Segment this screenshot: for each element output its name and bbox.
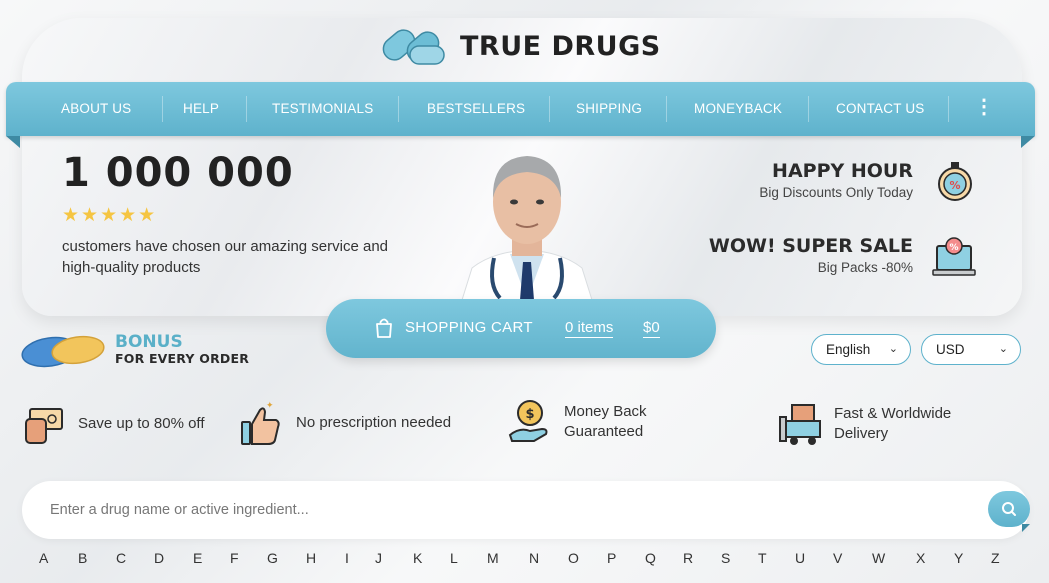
alphabet-letter[interactable]: Q [645,550,656,566]
feature-money-back: $ Money Back Guaranteed [508,399,708,445]
search-input[interactable] [50,498,950,522]
nav-divider [666,96,667,122]
currency-selected: USD [936,342,965,357]
language-select[interactable]: English ⌄ [811,334,911,365]
svg-text:✦: ✦ [266,401,274,411]
alphabet-letter[interactable]: O [568,550,579,566]
promo-subtitle-super-sale: Big Packs -80% [817,260,913,275]
alphabet-letter[interactable]: D [154,550,164,566]
cash-hand-icon [22,401,68,447]
customers-count: 1 000 000 [62,150,294,196]
language-selected: English [826,342,871,357]
nav-divider [549,96,550,122]
search-bar [22,481,1029,539]
pill-logo-icon [380,24,448,68]
bonus-pills-icon [20,328,106,372]
alphabet-letter[interactable]: K [413,550,422,566]
nav-item-help[interactable]: HELP [183,101,219,116]
currency-select[interactable]: USD ⌄ [921,334,1021,365]
feature-delivery: Fast & Worldwide Delivery [778,401,1008,447]
laptop-sale-icon: % [931,234,977,280]
nav-divider [948,96,949,122]
svg-text:%: % [949,243,958,253]
alphabet-letter[interactable]: R [683,550,693,566]
promo-title-super-sale[interactable]: WOW! SUPER SALE [709,235,913,257]
nav-ribbon-fold [1021,136,1035,148]
feature-no-prescription: ✦ No prescription needed [240,400,500,446]
doctor-image [452,140,602,300]
alphabet-letter[interactable]: S [721,550,730,566]
bonus-title: BONUS [115,332,183,352]
nav-item-bestsellers[interactable]: BESTSELLERS [427,101,525,116]
nav-item-contact-us[interactable]: CONTACT US [836,101,925,116]
alphabet-letter[interactable]: B [78,550,87,566]
alphabet-letter[interactable]: C [116,550,126,566]
alphabet-letter[interactable]: J [375,550,382,566]
promo-subtitle-happy-hour: Big Discounts Only Today [759,185,913,200]
cart-total[interactable]: $0 [643,319,660,338]
feature-save: Save up to 80% off [22,401,232,447]
alphabet-letter[interactable]: H [306,550,316,566]
alphabet-letter[interactable]: E [193,550,202,566]
nav-item-about-us[interactable]: ABOUT US [61,101,131,116]
nav-divider [246,96,247,122]
hero-description: customers have chosen our amazing servic… [62,238,389,276]
rating-stars: ★★★★★ [62,205,158,226]
coin-hand-icon: $ [508,399,554,445]
stopwatch-discount-icon: % [933,158,979,204]
alphabet-letter[interactable]: N [529,550,539,566]
site-logo[interactable]: TRUE DRUGS [380,24,661,68]
chevron-down-icon: ⌄ [998,343,1008,355]
feature-text: Fast & Worldwide Delivery [834,405,952,442]
feature-text: Money Back Guaranteed [564,403,647,440]
alphabet-letter[interactable]: Z [991,550,1000,566]
alphabet-letter[interactable]: X [916,550,925,566]
bonus-subtitle: FOR EVERY ORDER [115,351,250,366]
nav-item-shipping[interactable]: SHIPPING [576,101,642,116]
nav-ribbon-fold [6,136,20,148]
cart-item-count[interactable]: 0 items [565,319,614,338]
nav-item-testimonials[interactable]: TESTIMONIALS [272,101,373,116]
shopping-bag-icon [374,317,394,339]
alphabet-letter[interactable]: U [795,550,805,566]
shopping-cart-button[interactable]: SHOPPING CART 0 items $0 [326,299,716,358]
search-button-fold [1022,524,1030,532]
alphabet-letter[interactable]: Y [954,550,963,566]
cart-label: SHOPPING CART [405,319,533,336]
alphabet-letter[interactable]: G [267,550,278,566]
main-nav: ABOUT US HELP TESTIMONIALS BESTSELLERS S… [6,82,1035,136]
feature-text: Save up to 80% off [78,415,205,432]
alphabet-letter[interactable]: M [487,550,499,566]
nav-item-moneyback[interactable]: MONEYBACK [694,101,782,116]
alphabet-letter[interactable]: T [758,550,767,566]
nav-divider [162,96,163,122]
thumbs-up-icon: ✦ [240,400,286,446]
nav-divider [808,96,809,122]
alphabet-letter[interactable]: V [833,550,842,566]
promo-title-happy-hour[interactable]: HAPPY HOUR [772,160,913,182]
feature-text: No prescription needed [296,414,452,431]
svg-text:%: % [949,179,960,192]
svg-text:$: $ [525,407,534,422]
alphabet-letter[interactable]: F [230,550,239,566]
alphabet-index: A B C D E F G H I J K L M N O P Q R S T … [0,550,1049,570]
brand-name: TRUE DRUGS [460,30,661,62]
search-icon [1002,502,1016,516]
alphabet-letter[interactable]: P [607,550,616,566]
chevron-down-icon: ⌄ [888,343,898,355]
alphabet-letter[interactable]: I [345,550,349,566]
alphabet-letter[interactable]: L [450,550,458,566]
search-button[interactable] [988,491,1030,527]
alphabet-letter[interactable]: A [39,550,48,566]
vertical-dots-icon[interactable]: ⋮ [974,96,994,122]
delivery-truck-icon [778,401,824,447]
nav-divider [398,96,399,122]
alphabet-letter[interactable]: W [872,550,885,566]
